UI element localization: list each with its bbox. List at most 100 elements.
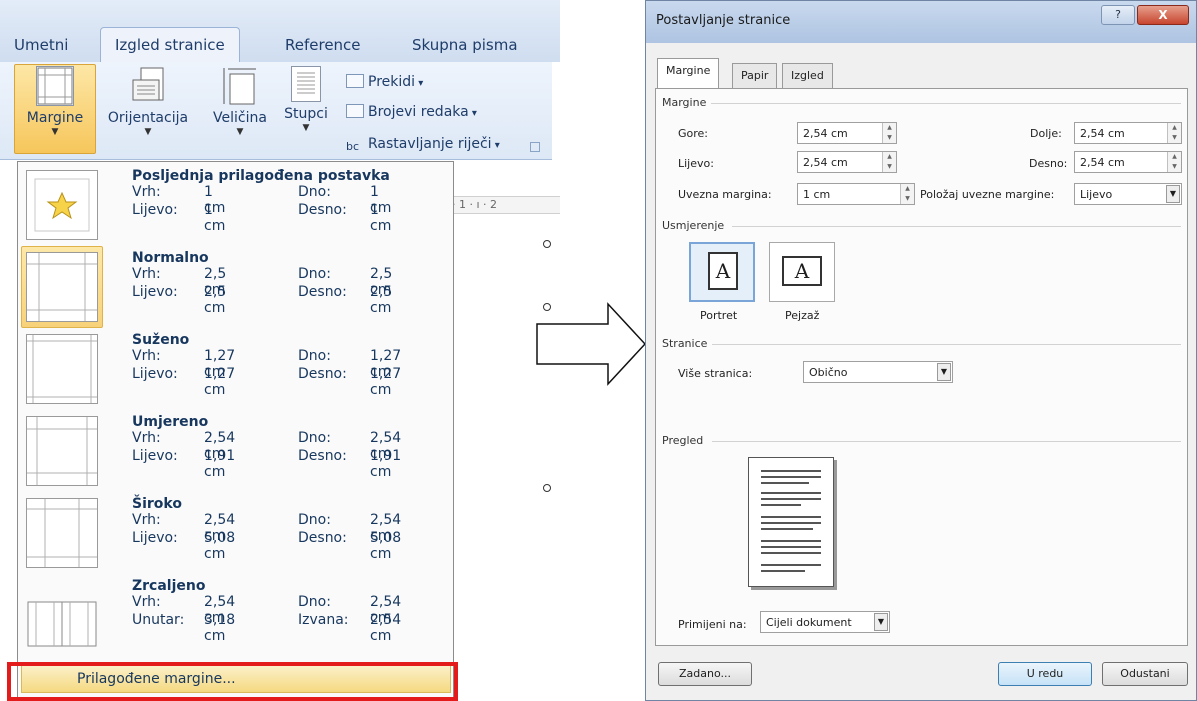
margin-preset-narrow[interactable]: Suženo Vrh: 1,27 cm Dno: 1,27 cm Lijevo: 1,2… (18, 328, 453, 410)
spinner-arrows-icon[interactable]: ▲ ▼ (882, 123, 896, 143)
dropdown-arrow-icon[interactable]: ▼ (937, 363, 951, 381)
chevron-down-icon: ▼ (144, 127, 152, 137)
left-label: Lijevo: (132, 202, 178, 218)
margin-thumbnail (26, 416, 98, 486)
tab-layout[interactable]: Izgled (782, 63, 833, 88)
margin-preset-moderate[interactable]: Umjereno Vrh: 2,54 cm Dno: 2,54 cm Lijevo: 1… (18, 410, 453, 492)
preset-title: Široko (132, 496, 182, 512)
ok-button[interactable]: U redu (998, 662, 1092, 686)
bottom-margin-label: Dolje: (1030, 127, 1062, 140)
orientation-label: Orijentacija (107, 110, 189, 126)
bottom-label: Dno: (298, 348, 331, 364)
landscape-option[interactable]: A (769, 242, 835, 302)
tab-umetni[interactable]: Umetni (14, 36, 68, 54)
left-margin-input[interactable]: 2,54 cm ▲ ▼ (797, 151, 897, 173)
dialog-launcher-icon[interactable] (530, 142, 540, 152)
divider (732, 226, 1181, 227)
left-value: 1,91 cm (204, 448, 236, 480)
left-value: 1 cm (204, 202, 226, 234)
tab-panel: Margine Gore: 2,54 cm ▲ ▼ Dolje: 2,54 cm … (655, 88, 1188, 646)
right-margin-input[interactable]: 2,54 cm ▲ ▼ (1074, 151, 1182, 173)
gutter-value: 1 cm (803, 188, 831, 201)
left-label: Lijevo: (132, 530, 178, 546)
right-value: 5,08 cm (370, 530, 402, 562)
multiple-pages-value: Obično (809, 366, 848, 379)
gutter-input[interactable]: 1 cm ▲ ▼ (797, 183, 915, 205)
margin-thumbnail (26, 580, 98, 650)
breaks-label: Prekidi (368, 74, 416, 90)
top-label: Vrh: (132, 512, 161, 528)
bottom-label: Dno: (298, 594, 331, 610)
spinner-arrows-icon[interactable]: ▲ ▼ (1167, 123, 1181, 143)
gutter-position-label: Položaj uvezne margine: (920, 188, 1055, 201)
tab-skupna-pisma[interactable]: Skupna pisma (412, 36, 518, 54)
preset-title: Umjereno (132, 414, 209, 430)
bottom-label: Dno: (298, 184, 331, 200)
line-numbers-label: Brojevi redaka (368, 104, 469, 120)
margins-label: Margine (26, 110, 84, 126)
right-label: Desno: (298, 284, 347, 300)
margin-preset-last-custom[interactable]: Posljednja prilagođena postavka Vrh: 1 cm… (18, 164, 453, 246)
preset-title: Suženo (132, 332, 190, 348)
landscape-page-icon: A (782, 256, 822, 286)
apply-to-value: Cijeli dokument (766, 616, 852, 629)
right-margin-value: 2,54 cm (1080, 156, 1125, 169)
multiple-pages-select[interactable]: Obično ▼ (803, 361, 953, 383)
margins-icon (36, 66, 74, 106)
right-label: Desno: (298, 530, 347, 546)
spinner-arrows-icon[interactable]: ▲ ▼ (900, 184, 914, 204)
spinner-arrows-icon[interactable]: ▲ ▼ (1167, 152, 1181, 172)
inside-label: Unutar: (132, 612, 185, 628)
hyphenation-command[interactable]: bc Rastavljanje riječi ▾ (346, 136, 500, 154)
margin-preset-mirrored[interactable]: Zrcaljeno Vrh: 2,54 cm Dno: 2,54 cm Unutar:… (18, 574, 453, 656)
dialog-title: Postavljanje stranice (656, 13, 791, 28)
chevron-down-icon: ▼ (51, 127, 59, 137)
tab-izgled-stranice[interactable]: Izgled stranice (100, 27, 240, 63)
margin-thumbnail (26, 170, 98, 240)
dialog-titlebar[interactable]: Postavljanje stranice ? X (646, 1, 1196, 43)
line-numbers-command[interactable]: Brojevi redaka ▾ (346, 104, 477, 120)
top-margin-label: Gore: (678, 127, 709, 140)
dropdown-arrow-icon[interactable]: ▼ (1166, 185, 1180, 203)
tab-paper[interactable]: Papir (732, 63, 778, 88)
size-label: Veličina (213, 110, 267, 126)
section-orientation: Usmjerenje (662, 219, 725, 232)
columns-icon (291, 66, 321, 102)
size-button[interactable]: Veličina ▼ (200, 66, 280, 137)
left-label: Lijevo: (132, 448, 178, 464)
portrait-page-icon: A (708, 252, 738, 290)
bottom-margin-input[interactable]: 2,54 cm ▲ ▼ (1074, 122, 1182, 144)
breaks-command[interactable]: Prekidi ▾ (346, 74, 423, 90)
spinner-arrows-icon[interactable]: ▲ ▼ (882, 152, 896, 172)
right-label: Desno: (298, 448, 347, 464)
help-button[interactable]: ? (1101, 5, 1135, 25)
margin-preset-normal[interactable]: Normalno Vrh: 2,5 cm Dno: 2,5 cm Lijevo: 2,5… (18, 246, 453, 328)
apply-to-label: Primijeni na: (678, 618, 747, 631)
gutter-position-select[interactable]: Lijevo ▼ (1074, 183, 1182, 205)
dropdown-arrow-icon[interactable]: ▼ (874, 613, 888, 631)
left-margin-value: 2,54 cm (803, 156, 848, 169)
top-margin-input[interactable]: 2,54 cm ▲ ▼ (797, 122, 897, 144)
margins-button-content[interactable]: Margine ▼ (14, 66, 96, 137)
line-numbers-icon (346, 104, 364, 118)
left-label: Lijevo: (132, 366, 178, 382)
chevron-down-icon: ▼ (302, 123, 310, 133)
tab-reference[interactable]: Reference (285, 36, 361, 54)
portrait-option[interactable]: A (689, 242, 755, 302)
divider (711, 103, 1181, 104)
margin-preset-wide[interactable]: Široko Vrh: 2,54 cm Dno: 2,54 cm Lijevo: 5,0… (18, 492, 453, 574)
preset-title: Posljednja prilagođena postavka (132, 168, 390, 184)
columns-button[interactable]: Stupci ▼ (276, 66, 336, 133)
margin-thumbnail (26, 334, 98, 404)
bullet-icon (543, 240, 551, 248)
cancel-button[interactable]: Odustani (1102, 662, 1188, 686)
top-label: Vrh: (132, 266, 161, 282)
close-button[interactable]: X (1137, 5, 1189, 25)
orientation-button[interactable]: Orijentacija ▼ (98, 66, 198, 137)
default-button[interactable]: Zadano... (658, 662, 752, 686)
tab-margins[interactable]: Margine (657, 58, 720, 89)
margin-thumbnail (26, 498, 98, 568)
left-margin-label: Lijevo: (678, 157, 714, 170)
apply-to-select[interactable]: Cijeli dokument ▼ (760, 611, 890, 633)
left-value: 5,08 cm (204, 530, 236, 562)
